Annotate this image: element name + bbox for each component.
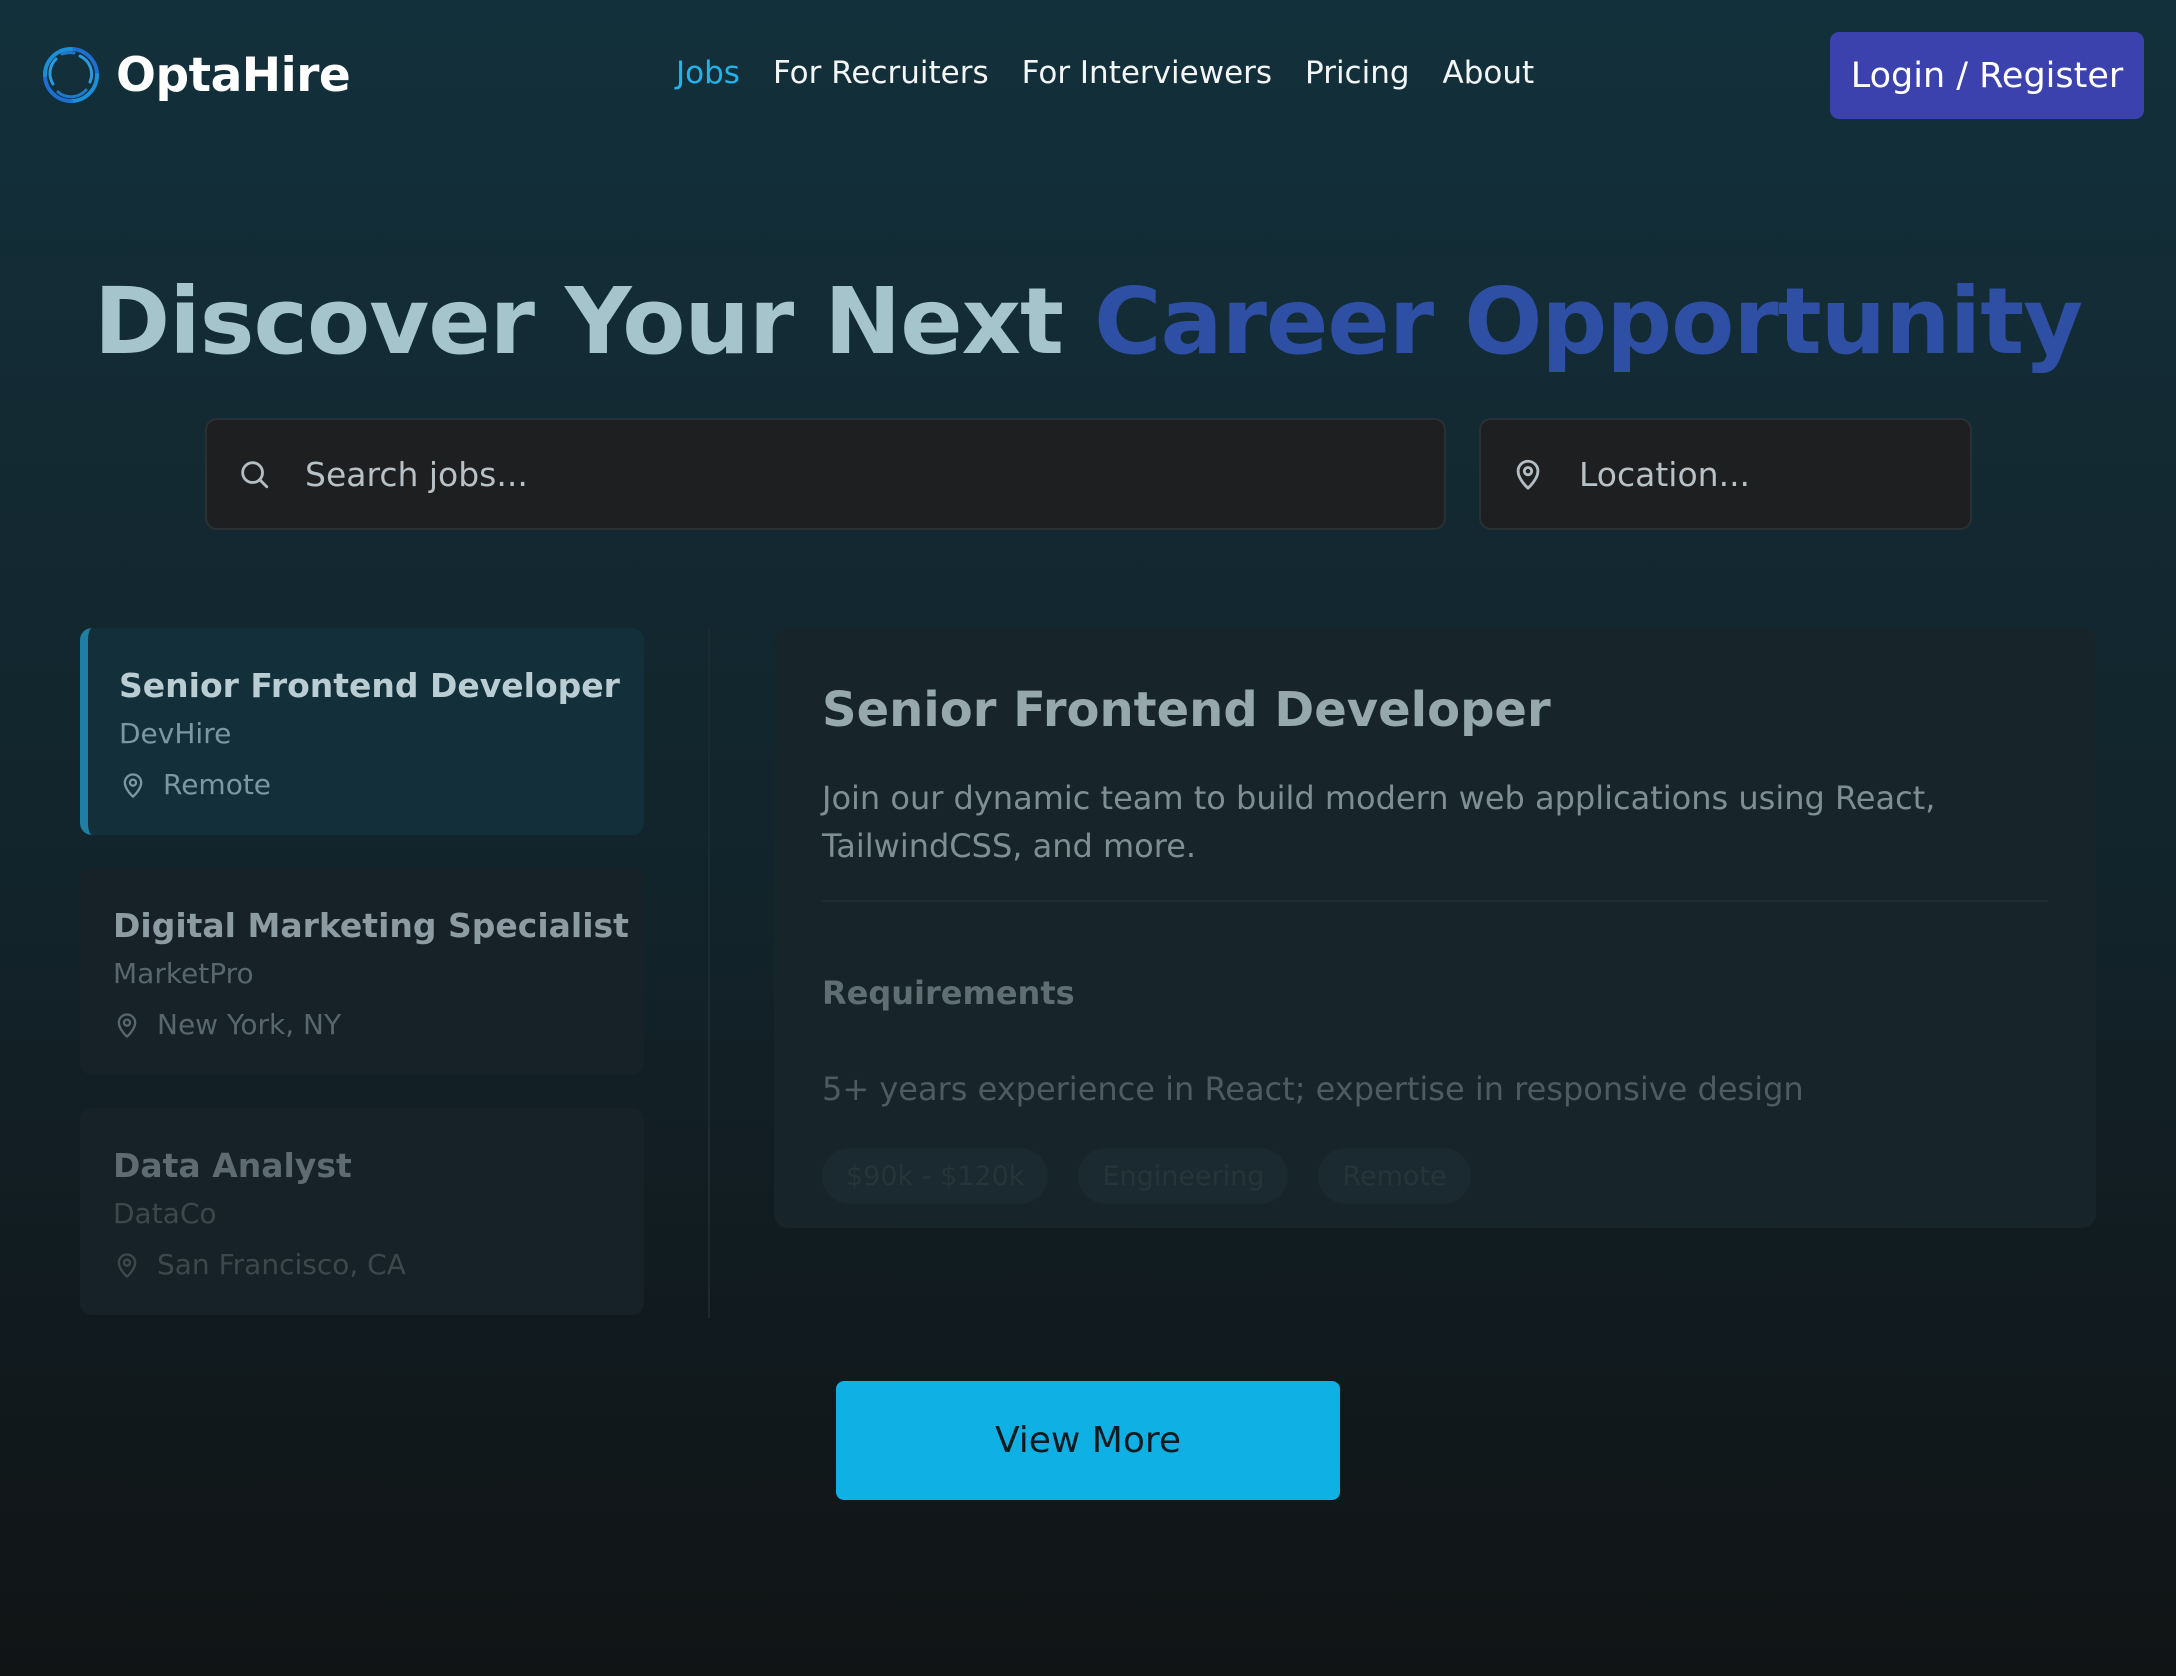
- job-card-company: MarketPro: [113, 957, 254, 990]
- job-card-title: Senior Frontend Developer: [119, 666, 620, 705]
- map-pin-icon: [1516, 459, 1540, 490]
- view-more-button[interactable]: View More: [836, 1381, 1340, 1500]
- nav-item-about[interactable]: About: [1443, 55, 1535, 91]
- job-detail-description: Join our dynamic team to build modern we…: [822, 779, 1936, 865]
- tag-department: Engineering: [1078, 1148, 1289, 1204]
- hero-title: Discover Your Next Career Opportunity: [0, 268, 2176, 375]
- job-card-senior-frontend-developer[interactable]: Senior Frontend Developer DevHire Remote: [80, 628, 644, 835]
- brand-logo[interactable]: OptaHire: [40, 44, 351, 106]
- job-detail-title: Senior Frontend Developer: [822, 682, 1551, 738]
- nav-item-for-recruiters[interactable]: For Recruiters: [773, 55, 989, 91]
- hero-title-main: Discover Your Next: [93, 268, 1095, 375]
- map-pin-icon: [117, 1012, 137, 1038]
- map-pin-icon: [117, 1252, 137, 1278]
- hero-title-accent: Career Opportunity: [1094, 268, 2083, 375]
- job-card-location: San Francisco, CA: [113, 1248, 644, 1281]
- map-pin-icon: [123, 772, 143, 798]
- nav-item-for-interviewers[interactable]: For Interviewers: [1022, 55, 1272, 91]
- job-card-title: Data Analyst: [113, 1146, 352, 1185]
- requirements-heading: Requirements: [822, 974, 1075, 1012]
- job-card-digital-marketing-specialist[interactable]: Digital Marketing Specialist MarketPro N…: [80, 868, 644, 1075]
- login-register-button[interactable]: Login / Register: [1830, 32, 2144, 119]
- site-header: OptaHire Jobs For Recruiters For Intervi…: [0, 0, 2176, 156]
- job-tags: $90k - $120k Engineering Remote: [822, 1148, 2048, 1204]
- tag-work-type: Remote: [1318, 1148, 1471, 1204]
- nav-item-pricing[interactable]: Pricing: [1305, 55, 1410, 91]
- brand-name: OptaHire: [116, 47, 351, 103]
- detail-divider: [822, 900, 2048, 902]
- search-icon: [241, 461, 269, 489]
- search-input[interactable]: [303, 453, 1297, 495]
- job-card-data-analyst[interactable]: Data Analyst DataCo San Francisco, CA: [80, 1108, 644, 1315]
- list-divider: [708, 628, 710, 1318]
- main-nav: Jobs For Recruiters For Interviewers Pri…: [676, 55, 1534, 91]
- job-card-location: New York, NY: [113, 1008, 644, 1041]
- requirements-text: 5+ years experience in React; expertise …: [822, 1070, 1804, 1108]
- job-card-company: DataCo: [113, 1197, 217, 1230]
- tag-salary: $90k - $120k: [822, 1148, 1049, 1204]
- job-card-company: DevHire: [119, 717, 232, 750]
- location-input[interactable]: [1577, 453, 1970, 495]
- swirl-logo-icon: [43, 47, 99, 103]
- location-search-field[interactable]: [1479, 418, 1972, 530]
- job-card-location-text: San Francisco, CA: [157, 1248, 406, 1281]
- job-card-location: Remote: [119, 768, 644, 801]
- job-card-title: Digital Marketing Specialist: [113, 906, 629, 945]
- nav-item-jobs[interactable]: Jobs: [676, 55, 740, 91]
- job-card-location-text: New York, NY: [157, 1008, 342, 1041]
- job-search-field[interactable]: [205, 418, 1446, 530]
- job-card-location-text: Remote: [163, 768, 272, 801]
- job-detail-panel: Senior Frontend Developer Join our dynam…: [774, 628, 2096, 1228]
